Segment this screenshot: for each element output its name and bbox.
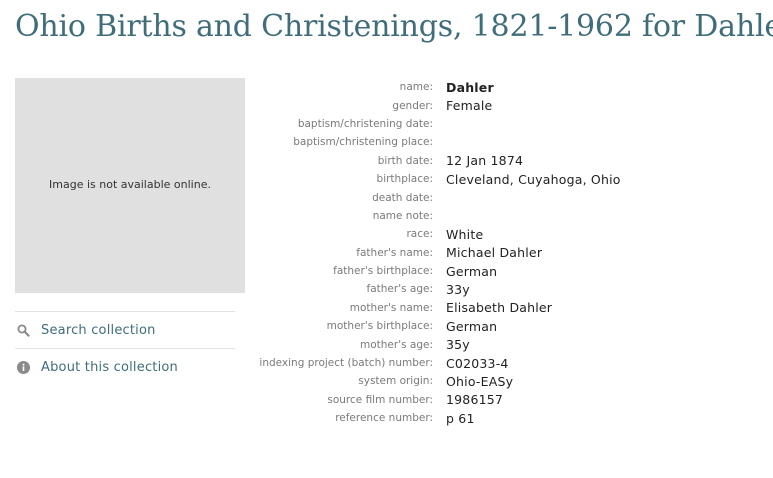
detail-value: German: [446, 318, 498, 334]
detail-label: father's birthplace:: [333, 265, 433, 278]
page-title: Ohio Births and Christenings, 1821-1962 …: [15, 9, 773, 44]
detail-row-mother-birthplace: mother's birthplace: German: [245, 317, 621, 335]
about-collection-link[interactable]: About this collection: [15, 348, 235, 385]
detail-row-name: name: Dahler: [245, 78, 621, 96]
info-icon: [16, 360, 30, 374]
detail-row-baptism-date: baptism/christening date:: [245, 115, 621, 133]
detail-value: p 61: [446, 410, 475, 426]
detail-label: name note:: [372, 209, 433, 222]
detail-label: indexing project (batch) number:: [259, 357, 433, 370]
detail-value: 12 Jan 1874: [446, 153, 524, 169]
detail-value: C02033-4: [446, 355, 509, 371]
detail-label: baptism/christening date:: [297, 117, 433, 130]
detail-value: Dahler: [446, 79, 494, 95]
detail-value: Cleveland, Cuyahoga, Ohio: [446, 171, 621, 187]
detail-row-death-date: death date:: [245, 188, 621, 206]
detail-row-birthplace: birthplace: Cleveland, Cuyahoga, Ohio: [245, 170, 621, 188]
detail-label: name:: [399, 81, 433, 94]
detail-value: Female: [446, 98, 493, 114]
detail-label: reference number:: [335, 412, 433, 425]
detail-value: 33y: [446, 281, 470, 297]
detail-label: mother's age:: [360, 338, 433, 351]
detail-value: Elisabeth Dahler: [446, 300, 553, 316]
detail-value: Ohio-EASy: [446, 373, 514, 389]
record-details: name: Dahler gender: Female baptism/chri…: [245, 78, 621, 427]
detail-row-name-note: name note:: [245, 207, 621, 225]
detail-row-race: race: White: [245, 225, 621, 243]
detail-label: baptism/christening place:: [293, 136, 433, 149]
detail-label: mother's birthplace:: [326, 320, 433, 333]
record-image-placeholder: Image is not available online.: [15, 78, 245, 293]
detail-value: White: [446, 226, 484, 242]
detail-row-source-film-number: source film number: 1986157: [245, 391, 621, 409]
detail-label: father's name:: [356, 246, 433, 259]
detail-row-birth-date: birth date: 12 Jan 1874: [245, 152, 621, 170]
detail-label: mother's name:: [349, 301, 433, 314]
detail-row-baptism-place: baptism/christening place:: [245, 133, 621, 151]
detail-value: Michael Dahler: [446, 245, 543, 261]
detail-row-father-age: father's age: 33y: [245, 280, 621, 298]
detail-row-gender: gender: Female: [245, 96, 621, 114]
detail-row-father-birthplace: father's birthplace: German: [245, 262, 621, 280]
detail-row-reference-number: reference number: p 61: [245, 409, 621, 427]
detail-value: 1986157: [446, 392, 504, 408]
detail-value: German: [446, 263, 498, 279]
detail-label: birth date:: [377, 154, 433, 167]
detail-label: death date:: [372, 191, 433, 204]
detail-label: gender:: [392, 99, 433, 112]
detail-value: 35y: [446, 337, 470, 353]
detail-label: system origin:: [358, 375, 433, 388]
search-collection-label[interactable]: Search collection: [41, 323, 156, 338]
search-icon: [16, 323, 30, 337]
detail-row-father-name: father's name: Michael Dahler: [245, 244, 621, 262]
detail-label: birthplace:: [376, 173, 433, 186]
search-collection-link[interactable]: Search collection: [15, 311, 235, 348]
collection-links: Search collection About this collection: [15, 311, 235, 385]
about-collection-label[interactable]: About this collection: [41, 360, 178, 375]
image-unavailable-text: Image is not available online.: [49, 178, 211, 191]
detail-row-batch-number: indexing project (batch) number: C02033-…: [245, 354, 621, 372]
detail-label: father's age:: [366, 283, 433, 296]
detail-row-system-origin: system origin: Ohio-EASy: [245, 372, 621, 390]
detail-row-mother-age: mother's age: 35y: [245, 335, 621, 353]
detail-label: source film number:: [327, 393, 433, 406]
detail-label: race:: [406, 228, 433, 241]
detail-row-mother-name: mother's name: Elisabeth Dahler: [245, 299, 621, 317]
